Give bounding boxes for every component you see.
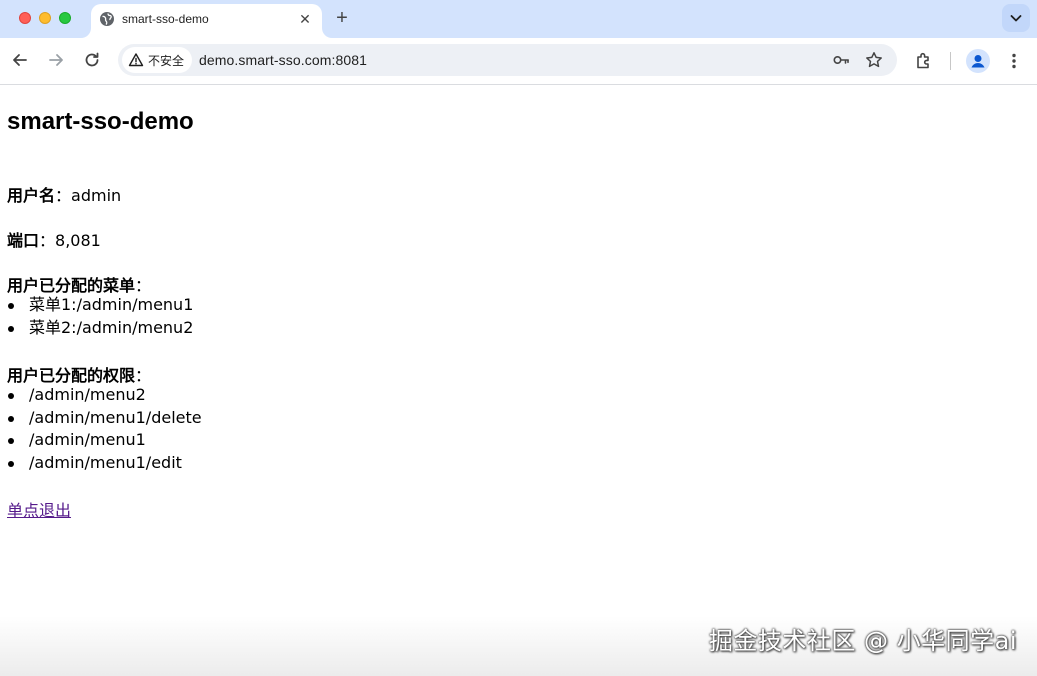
maximize-window-button[interactable] — [59, 12, 71, 24]
close-window-button[interactable] — [19, 12, 31, 24]
page-title: smart-sso-demo — [7, 108, 194, 135]
port-label: 端口 — [7, 231, 40, 250]
permission-item: /admin/menu2 — [7, 384, 202, 407]
chevron-down-icon — [1010, 15, 1022, 22]
tab-strip: smart-sso-demo ✕ + — [0, 0, 1037, 38]
extensions-icon[interactable] — [914, 51, 934, 71]
permission-item: /admin/menu1 — [7, 429, 202, 452]
toolbar-divider — [950, 52, 951, 70]
url-text[interactable]: demo.smart-sso.com:8081 — [199, 52, 367, 68]
watermark-text: 掘金技术社区 @ 小华同学ai — [708, 627, 1017, 655]
profile-button[interactable] — [966, 49, 990, 73]
colon: ： — [135, 366, 152, 385]
more-menu-icon[interactable] — [1004, 51, 1024, 71]
browser-toolbar: 不安全 demo.smart-sso.com:8081 — [0, 38, 1037, 85]
colon: ： — [135, 276, 152, 295]
menu-item: 菜单2:/admin/menu2 — [7, 317, 193, 340]
security-label: 不安全 — [148, 53, 185, 68]
port-value: 8,081 — [55, 231, 101, 250]
active-tab[interactable]: smart-sso-demo ✕ — [91, 4, 322, 38]
minimize-window-button[interactable] — [39, 12, 51, 24]
new-tab-button[interactable]: + — [333, 8, 351, 28]
permissions-heading: 用户已分配的权限： — [7, 362, 151, 386]
globe-icon — [100, 12, 114, 26]
user-icon — [971, 55, 985, 68]
username-value: admin — [71, 186, 122, 205]
warning-icon — [128, 53, 144, 67]
permission-item: /admin/menu1/delete — [7, 407, 202, 430]
back-arrow-icon[interactable] — [10, 50, 30, 70]
permission-item: /admin/menu1/edit — [7, 452, 202, 475]
permission-list: /admin/menu2 /admin/menu1/delete /admin/… — [7, 384, 202, 474]
tab-title: smart-sso-demo — [122, 12, 209, 26]
forward-arrow-icon[interactable] — [46, 50, 66, 70]
page-content: smart-sso-demo 用户名：admin 端口：8,081 用户已分配的… — [0, 85, 1037, 676]
logout-link[interactable]: 单点退出 — [7, 497, 71, 521]
port-row: 端口：8,081 — [7, 227, 101, 251]
menu-list: 菜单1:/admin/menu1 菜单2:/admin/menu2 — [7, 294, 193, 339]
star-icon[interactable] — [865, 51, 883, 69]
reload-icon[interactable] — [82, 50, 102, 70]
security-indicator[interactable]: 不安全 — [122, 47, 193, 73]
colon: ： — [39, 231, 56, 250]
menus-label: 用户已分配的菜单 — [7, 276, 136, 295]
address-bar[interactable]: 不安全 demo.smart-sso.com:8081 — [118, 44, 897, 76]
key-icon[interactable] — [832, 51, 850, 69]
username-label: 用户名 — [7, 186, 56, 205]
colon: ： — [55, 186, 72, 205]
username-row: 用户名：admin — [7, 182, 121, 206]
menu-item: 菜单1:/admin/menu1 — [7, 294, 193, 317]
tab-search-button[interactable] — [1002, 4, 1030, 32]
menus-heading: 用户已分配的菜单： — [7, 272, 151, 296]
permissions-label: 用户已分配的权限 — [7, 366, 136, 385]
close-tab-icon[interactable]: ✕ — [297, 12, 313, 28]
